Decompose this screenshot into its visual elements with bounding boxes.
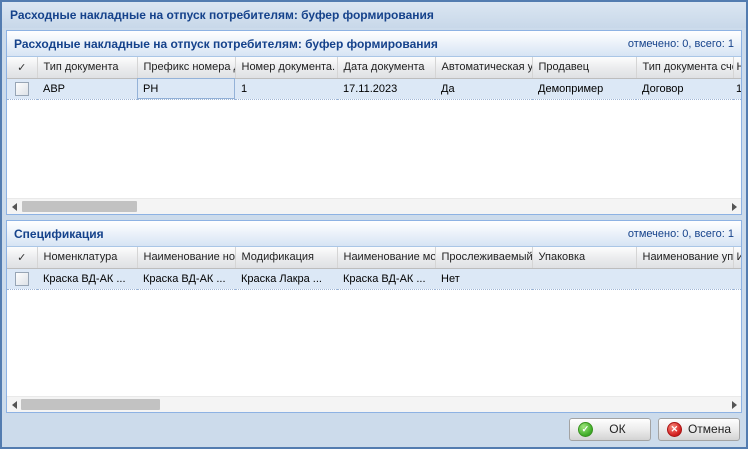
- scroll-right-arrow-icon[interactable]: [727, 199, 741, 214]
- row-checkbox-cell: [7, 78, 37, 99]
- col-header-extra[interactable]: И: [733, 247, 741, 268]
- col-header-check[interactable]: ✓: [7, 247, 37, 268]
- grid-cell[interactable]: [636, 268, 733, 289]
- col-header-modification[interactable]: Модификация: [235, 247, 337, 268]
- col-header-seller[interactable]: Продавец: [532, 57, 636, 78]
- col-header-doc-date[interactable]: Дата документа: [337, 57, 435, 78]
- col-header-nomenclature-name[interactable]: Наименование ном: [137, 247, 235, 268]
- cancel-button-label: Отмена: [688, 422, 731, 436]
- specification-panel-header: Спецификация отмечено: 0, всего: 1: [7, 221, 741, 247]
- col-header-nomenclature[interactable]: Номенклатура: [37, 247, 137, 268]
- specification-panel-title: Спецификация: [14, 227, 104, 241]
- grid-cell[interactable]: Да: [435, 78, 532, 99]
- specification-row[interactable]: Краска ВД-АК ... Краска ВД-АК ... Краска…: [7, 268, 741, 289]
- scrollbar-thumb[interactable]: [22, 201, 137, 212]
- col-header-auto[interactable]: Автоматическая ус: [435, 57, 532, 78]
- col-header-doc-type[interactable]: Тип документа: [37, 57, 137, 78]
- grid-cell[interactable]: Краска ВД-АК ...: [37, 268, 137, 289]
- specification-counter: отмечено: 0, всего: 1: [628, 228, 734, 240]
- specification-header-row: ✓ Номенклатура Наименование ном Модифика…: [7, 247, 741, 268]
- grid-cell[interactable]: Демопример: [532, 78, 636, 99]
- invoices-header-row: ✓ Тип документа Префикс номера д Номер д…: [7, 57, 741, 78]
- row-checkbox-cell: [7, 268, 37, 289]
- invoices-panel-header: Расходные накладные на отпуск потребител…: [7, 31, 741, 57]
- grid-cell[interactable]: Краска Лакра ...: [235, 268, 337, 289]
- specification-panel: Спецификация отмечено: 0, всего: 1 ✓ Ном…: [6, 220, 742, 413]
- specification-h-scrollbar[interactable]: [7, 396, 741, 412]
- invoices-panel: Расходные накладные на отпуск потребител…: [6, 30, 742, 215]
- grid-cell[interactable]: АВР: [37, 78, 137, 99]
- grid-cell[interactable]: 1: [235, 78, 337, 99]
- col-header-package-name[interactable]: Наименование упа: [636, 247, 733, 268]
- grid-cell[interactable]: Договор: [636, 78, 733, 99]
- col-header-invoice-doc-type[interactable]: Тип документа счё: [636, 57, 733, 78]
- scroll-left-arrow-icon[interactable]: [7, 397, 21, 412]
- scroll-left-arrow-icon[interactable]: [7, 199, 21, 214]
- invoices-h-scrollbar[interactable]: [7, 198, 741, 214]
- col-header-check[interactable]: ✓: [7, 57, 37, 78]
- cancel-button[interactable]: ✕ Отмена: [658, 418, 740, 441]
- ok-button[interactable]: ✓ ОК: [569, 418, 651, 441]
- cancel-icon: ✕: [667, 422, 682, 437]
- ok-button-label: ОК: [593, 422, 642, 436]
- col-header-modification-name[interactable]: Наименование мод: [337, 247, 435, 268]
- grid-cell-focused[interactable]: РН: [137, 78, 235, 99]
- scrollbar-thumb[interactable]: [21, 399, 160, 410]
- footer-button-bar: ✓ ОК ✕ Отмена: [2, 413, 746, 447]
- scroll-right-arrow-icon[interactable]: [727, 397, 741, 412]
- col-header-traceable[interactable]: Прослеживаемый т: [435, 247, 532, 268]
- dialog-window: Расходные накладные на отпуск потребител…: [0, 0, 748, 449]
- row-checkbox[interactable]: [15, 272, 29, 286]
- grid-cell[interactable]: [532, 268, 636, 289]
- invoices-counter: отмечено: 0, всего: 1: [628, 38, 734, 50]
- specification-grid: ✓ Номенклатура Наименование ном Модифика…: [7, 247, 741, 396]
- invoices-grid: ✓ Тип документа Префикс номера д Номер д…: [7, 57, 741, 198]
- window-titlebar: Расходные накладные на отпуск потребител…: [2, 2, 746, 28]
- grid-cell[interactable]: Краска ВД-АК ...: [137, 268, 235, 289]
- col-header-package[interactable]: Упаковка: [532, 247, 636, 268]
- invoices-panel-title: Расходные накладные на отпуск потребител…: [14, 37, 438, 51]
- grid-cell[interactable]: 1: [733, 78, 741, 99]
- row-checkbox[interactable]: [15, 82, 29, 96]
- col-header-extra[interactable]: Н: [733, 57, 741, 78]
- ok-icon: ✓: [578, 422, 593, 437]
- grid-cell[interactable]: Краска ВД-АК ...: [337, 268, 435, 289]
- col-header-doc-number[interactable]: Номер документа.: [235, 57, 337, 78]
- col-header-number-prefix[interactable]: Префикс номера д: [137, 57, 235, 78]
- grid-cell[interactable]: [733, 268, 741, 289]
- invoice-row[interactable]: АВР РН 1 17.11.2023 Да Демопример Догово…: [7, 78, 741, 99]
- window-title: Расходные накладные на отпуск потребител…: [10, 8, 434, 22]
- grid-cell[interactable]: Нет: [435, 268, 532, 289]
- grid-cell[interactable]: 17.11.2023: [337, 78, 435, 99]
